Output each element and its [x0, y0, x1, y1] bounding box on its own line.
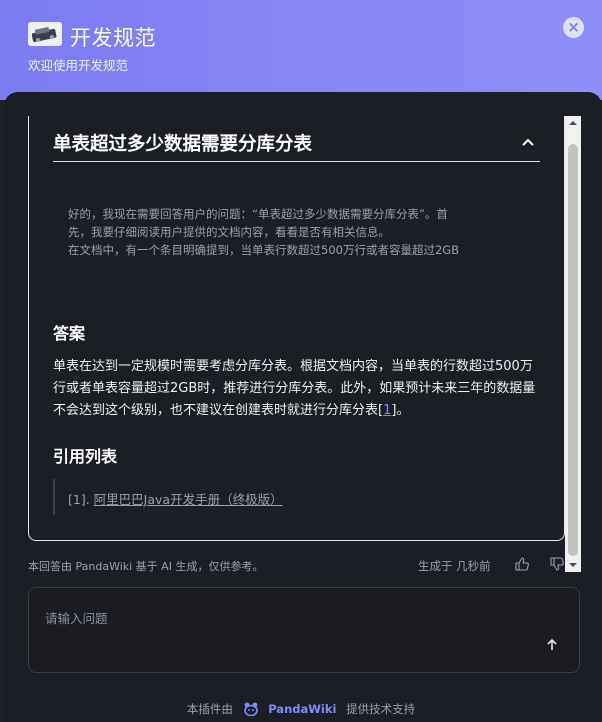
answer-heading: 答案 [53, 324, 86, 343]
chevron-up-icon[interactable] [518, 132, 538, 152]
answer-body-text: 单表在达到一定规模时需要考虑分库分表。根据文档内容，当单表的行数超过500万行或… [53, 359, 536, 418]
app-logo-icon [28, 22, 62, 46]
thinking-block: 好的，我现在需要回答用户的问题：“单表超过多少数据需要分库分表”。首 先，我要仔… [68, 205, 488, 259]
ai-disclaimer: 本回答由 PandaWiki 基于 AI 生成，仅供参考。 [28, 560, 264, 573]
footer-suffix: 提供技术支持 [346, 702, 416, 716]
panda-logo-icon [243, 702, 258, 716]
scrollbar-thumb[interactable] [568, 144, 578, 556]
question-divider [53, 161, 540, 162]
question-input-box [28, 587, 580, 673]
app-title: 开发规范 [70, 26, 156, 50]
reference-quote-bar [53, 479, 55, 515]
powered-by-footer: 本插件由 PandaWiki 提供技术支持 [0, 701, 602, 717]
scroll-down-arrow-icon[interactable] [565, 558, 581, 572]
generated-time: 生成于 几秒前 [418, 559, 491, 573]
footer-brand[interactable]: PandaWiki [268, 702, 336, 716]
scroll-up-arrow-icon[interactable] [565, 116, 581, 130]
app-subtitle: 欢迎使用开发规范 [28, 58, 129, 73]
footer-prefix: 本插件由 [186, 702, 233, 716]
thinking-line: 先，我要仔细阅读用户提供的文档内容，看看是否有相关信息。 [68, 225, 390, 239]
reference-index: [1]. [68, 492, 90, 507]
thinking-line: 好的，我现在需要回答用户的问题：“单表超过多少数据需要分库分表”。首 [68, 207, 448, 221]
thumbs-down-icon[interactable] [550, 557, 564, 571]
question-input[interactable] [45, 608, 525, 648]
question-title: 单表超过多少数据需要分库分表 [53, 134, 313, 155]
answer-end: 。 [396, 403, 410, 418]
close-icon[interactable]: × [563, 17, 584, 38]
reference-link[interactable]: 阿里巴巴Java开发手册（终极版） [94, 492, 283, 507]
citation-link[interactable]: 1 [383, 403, 391, 418]
scrollbar[interactable] [565, 116, 581, 572]
references-heading: 引用列表 [53, 447, 118, 466]
thumbs-up-icon[interactable] [515, 557, 529, 571]
thinking-line: 在文档中，有一个条目明确提到，当单表行数超过500万行或者容量超过2GB [68, 243, 460, 257]
reference-item: [1]. 阿里巴巴Java开发手册（终极版） [68, 489, 283, 508]
answer-text: 单表在达到一定规模时需要考虑分库分表。根据文档内容，当单表的行数超过500万行或… [53, 359, 536, 418]
answer-card [28, 116, 565, 541]
widget-header: 开发规范 欢迎使用开发规范 × [0, 0, 602, 100]
send-arrow-up-icon[interactable] [544, 637, 560, 653]
